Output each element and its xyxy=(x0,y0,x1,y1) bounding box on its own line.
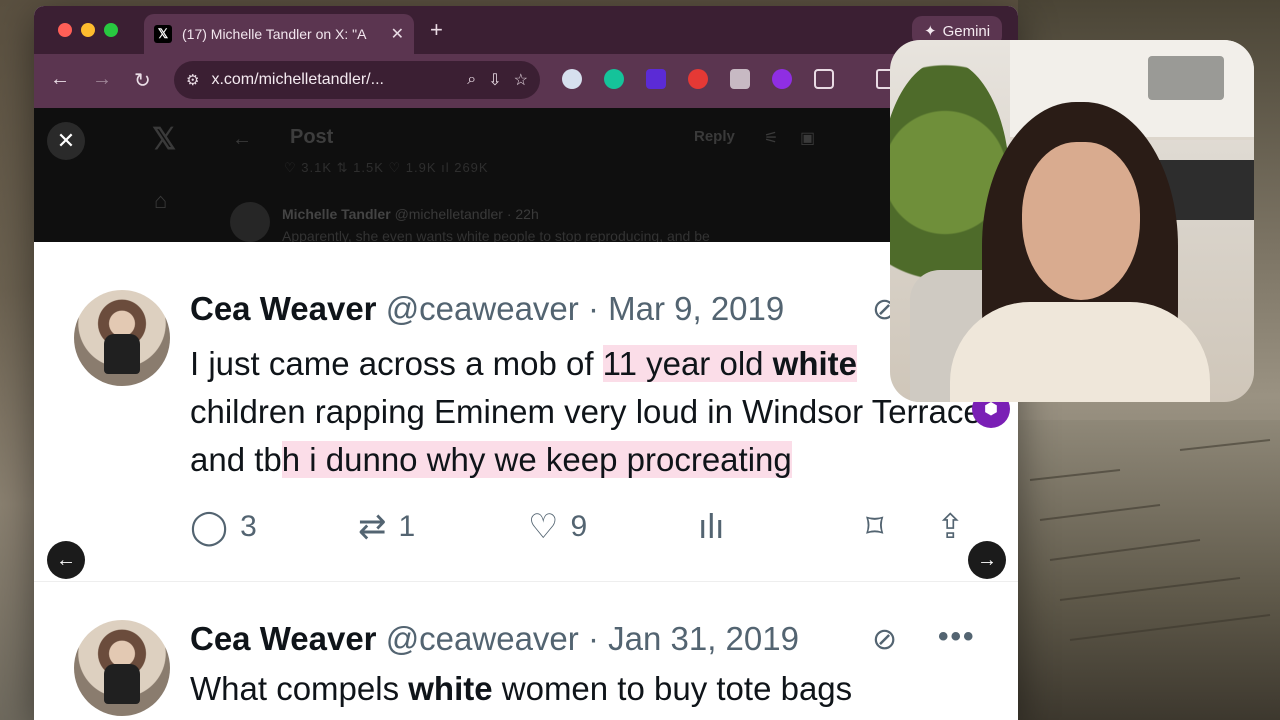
tweet-header: Cea Weaver @ceaweaver · Mar 9, 2019 xyxy=(190,290,784,328)
zoomed-content: Cea Weaver @ceaweaver · Mar 9, 2019 ⊘ I … xyxy=(34,242,1018,720)
bookmark-star-icon[interactable]: ☆ xyxy=(514,70,528,90)
tweet-text: I just came across a mob of 11 year old … xyxy=(190,340,1010,484)
tweet-text: What compels white women to buy tote bag… xyxy=(190,670,852,708)
author-name[interactable]: Cea Weaver xyxy=(190,290,377,327)
back-button[interactable]: ← xyxy=(50,68,70,91)
retweet-action[interactable]: ⇄ 1 xyxy=(358,510,415,544)
site-settings-icon[interactable]: ⚙ xyxy=(186,71,199,89)
tweet-header: Cea Weaver @ceaweaver · Jan 31, 2019 xyxy=(190,620,799,658)
install-app-icon[interactable]: ⇩ xyxy=(488,70,501,90)
author-handle[interactable]: @ceaweaver xyxy=(386,290,579,327)
bold-word: white xyxy=(772,345,858,382)
reply-author-name[interactable]: Michelle Tandler xyxy=(282,206,391,222)
reply-author-line: Michelle Tandler @michelletandler · 22h xyxy=(282,206,539,222)
minimize-window-button[interactable] xyxy=(81,23,95,37)
extension-purple-icon[interactable] xyxy=(772,69,792,89)
extensions-puzzle-icon[interactable] xyxy=(814,69,834,89)
x-favicon-icon: 𝕏 xyxy=(154,25,172,43)
extension-privacy-icon[interactable] xyxy=(562,69,582,89)
address-bar[interactable]: ⚙ x.com/michelletandler/... ⌕ ⇩ ☆ xyxy=(174,61,540,99)
presenter-face xyxy=(1022,142,1140,300)
tweet-text-part: What compels xyxy=(190,670,409,707)
heart-icon: ♡ xyxy=(528,508,559,546)
tab-title: (17) Michelle Tandler on X: "A xyxy=(182,26,367,42)
extension-grammarly-icon[interactable] xyxy=(604,69,624,89)
highlight-part: 11 year old xyxy=(602,345,773,382)
previous-arrow-button[interactable]: ← xyxy=(47,541,85,579)
title-bar: 𝕏 (17) Michelle Tandler on X: "A ✕ + ✦ G… xyxy=(34,6,1018,54)
avatar[interactable] xyxy=(230,202,270,242)
new-tab-button[interactable]: + xyxy=(430,17,443,43)
like-action[interactable]: ♡ 9 xyxy=(528,510,587,544)
reply-action[interactable]: ◯ 3 xyxy=(190,510,257,544)
zoom-window-button[interactable] xyxy=(104,23,118,37)
tweet-date[interactable]: Mar 9, 2019 xyxy=(608,290,784,327)
grok-icon[interactable]: ⊘ xyxy=(872,622,897,657)
x-logo-icon[interactable]: 𝕏 xyxy=(152,122,176,157)
reader-icon[interactable]: ▣ xyxy=(800,128,815,148)
extension-stop-icon[interactable] xyxy=(688,69,708,89)
forward-button[interactable]: → xyxy=(92,68,112,91)
tweet-card[interactable]: Cea Weaver @ceaweaver · Jan 31, 2019 ⊘ •… xyxy=(34,612,1018,720)
reply-button[interactable]: Reply xyxy=(694,128,735,145)
retweet-icon: ⇄ xyxy=(358,508,387,546)
tweet-text-part: women to buy tote bags xyxy=(492,670,853,707)
more-options-icon[interactable]: ••• xyxy=(938,620,976,654)
presenter-sweater xyxy=(950,302,1210,402)
post-title: Post xyxy=(290,126,334,148)
browser-toolbar: ← → ↻ ⚙ x.com/michelletandler/... ⌕ ⇩ ☆ xyxy=(34,54,1018,108)
browser-tab[interactable]: 𝕏 (17) Michelle Tandler on X: "A ✕ xyxy=(144,14,414,54)
share-icon: ⇪ xyxy=(936,508,965,546)
home-icon[interactable]: ⌂ xyxy=(154,188,167,214)
bookmark-action[interactable]: ⌑ xyxy=(866,510,883,544)
post-stats: ♡ 3.1K ⇅ 1.5K ♡ 1.9K ıl 269K xyxy=(284,160,489,175)
microwave xyxy=(1148,56,1224,100)
views-action[interactable]: ılı xyxy=(698,510,724,544)
tab-close-icon[interactable]: ✕ xyxy=(391,24,404,44)
views-chart-icon: ılı xyxy=(698,508,725,546)
highlighted-text: 11 year old white xyxy=(602,345,858,382)
close-lightbox-button[interactable]: ✕ xyxy=(47,122,85,160)
separator-dot: · xyxy=(587,620,599,657)
extension-camera-icon[interactable] xyxy=(730,69,750,89)
reply-author-handle: @michelletandler · 22h xyxy=(394,206,539,222)
bookmark-icon: ⌑ xyxy=(866,508,884,546)
next-arrow-button[interactable]: → xyxy=(968,541,1006,579)
reply-count: 3 xyxy=(240,510,257,543)
url-text[interactable]: x.com/michelletandler/... xyxy=(211,71,455,89)
settings-sliders-icon[interactable]: ⚟ xyxy=(764,128,778,148)
avatar[interactable] xyxy=(74,290,170,386)
tweet-actions: ◯ 3 ⇄ 1 ♡ 9 ılı ⌑ ⇪ xyxy=(190,510,990,554)
bold-word: white xyxy=(408,670,493,707)
tweet-card[interactable]: Cea Weaver @ceaweaver · Mar 9, 2019 ⊘ I … xyxy=(34,282,1018,582)
separator-dot: · xyxy=(587,290,599,327)
reload-button[interactable]: ↻ xyxy=(134,68,151,93)
reply-icon: ◯ xyxy=(190,508,229,546)
avatar[interactable] xyxy=(74,620,170,716)
browser-window: 𝕏 (17) Michelle Tandler on X: "A ✕ + ✦ G… xyxy=(34,6,1018,720)
webcam-overlay xyxy=(890,40,1254,402)
zoom-icon[interactable]: ⌕ xyxy=(467,71,476,89)
share-action[interactable]: ⇪ xyxy=(936,510,965,544)
post-back-icon[interactable]: ← xyxy=(232,128,252,151)
author-name[interactable]: Cea Weaver xyxy=(190,620,377,657)
tweet-date[interactable]: Jan 31, 2019 xyxy=(608,620,799,657)
close-window-button[interactable] xyxy=(58,23,72,37)
retweet-count: 1 xyxy=(398,510,416,543)
tweet-text-part: I just came across a mob of xyxy=(190,345,603,382)
author-handle[interactable]: @ceaweaver xyxy=(386,620,579,657)
gemini-label: Gemini xyxy=(942,22,991,40)
extension-writer-icon[interactable] xyxy=(646,69,666,89)
highlighted-text: h i dunno why we keep procreating xyxy=(281,441,792,478)
sparkle-icon: ✦ xyxy=(924,23,937,40)
like-count: 9 xyxy=(570,510,588,543)
dimmed-page-backdrop: ✕ 𝕏 ⌂ ← Post Reply ⚟ ▣ ♡ 3.1K ⇅ 1.5K ♡ 1… xyxy=(34,108,1018,244)
